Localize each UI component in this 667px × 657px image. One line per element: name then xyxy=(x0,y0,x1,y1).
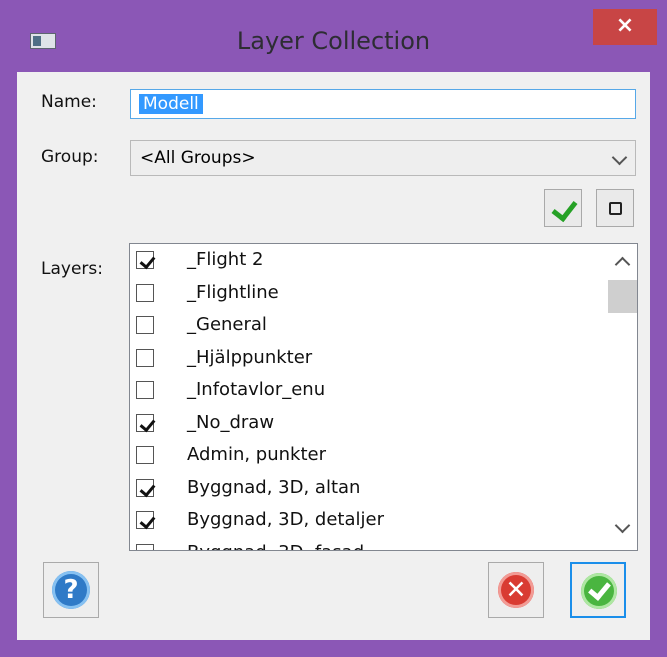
dialog-content: Name: Modell Group: <All Groups> Layers:… xyxy=(17,72,650,640)
layer-collection-window: Layer Collection × Name: Modell Group: <… xyxy=(0,0,667,657)
check-icon xyxy=(139,480,156,497)
close-button[interactable]: × xyxy=(593,9,657,45)
scroll-down-icon[interactable] xyxy=(614,517,631,534)
layer-label: Admin, punkter xyxy=(187,444,327,465)
layer-label: _No_draw xyxy=(187,411,275,433)
layer-row[interactable]: _Hjälppunkter xyxy=(130,342,598,373)
check-icon xyxy=(139,545,156,550)
layer-row[interactable]: Byggnad, 3D, altan xyxy=(130,472,598,503)
name-field-value: Modell xyxy=(139,94,203,114)
layer-row[interactable]: _Infotavlor_enu xyxy=(130,374,598,405)
help-icon: ? xyxy=(52,571,90,609)
name-label: Name: xyxy=(41,92,97,112)
uncheck-all-button[interactable] xyxy=(596,189,634,227)
layer-label: Byggnad, 3D, detaljer xyxy=(187,509,384,530)
layer-label: _Flight 2 xyxy=(187,249,264,270)
scroll-up-icon[interactable] xyxy=(614,256,631,273)
group-dropdown[interactable]: <All Groups> xyxy=(130,140,636,176)
layer-checkbox[interactable] xyxy=(136,283,154,302)
layer-checkbox[interactable] xyxy=(136,316,154,334)
layer-row[interactable]: _General xyxy=(130,309,598,340)
ok-button[interactable] xyxy=(570,562,626,618)
layer-row[interactable]: Admin, punkter xyxy=(130,439,598,470)
check-icon xyxy=(139,252,156,270)
cancel-button[interactable]: ✕ xyxy=(488,562,544,618)
group-dropdown-value: <All Groups> xyxy=(140,148,256,168)
name-field[interactable]: Modell xyxy=(130,89,636,119)
layer-label: _Flightline xyxy=(187,281,279,303)
layer-checkbox[interactable] xyxy=(136,511,156,530)
check-icon xyxy=(139,512,156,530)
layer-row[interactable]: _Flightline xyxy=(130,277,598,308)
check-icon xyxy=(139,415,156,432)
layer-label: _Hjälppunkter xyxy=(187,346,313,368)
ok-icon xyxy=(581,573,617,609)
check-all-button[interactable] xyxy=(544,189,582,227)
group-label: Group: xyxy=(41,147,99,167)
layer-label: Byggnad, 3D, fasad xyxy=(187,542,364,551)
layer-checkbox[interactable] xyxy=(136,251,156,270)
layer-checkbox[interactable] xyxy=(136,478,156,497)
layer-label: _General xyxy=(187,314,267,335)
layer-checkbox[interactable] xyxy=(136,381,154,399)
layer-row[interactable]: _Flight 2 xyxy=(130,244,598,275)
uncheck-all-icon xyxy=(609,202,622,215)
layers-label: Layers: xyxy=(41,259,103,279)
layer-row[interactable]: Byggnad, 3D, detaljer xyxy=(130,504,598,535)
layer-row[interactable]: Byggnad, 3D, fasad xyxy=(130,537,598,551)
scrollbar-thumb[interactable] xyxy=(608,280,637,313)
layer-label: Byggnad, 3D, altan xyxy=(187,476,361,498)
cancel-icon: ✕ xyxy=(498,572,534,608)
layer-checkbox[interactable] xyxy=(136,446,154,464)
layer-checkbox[interactable] xyxy=(136,413,156,432)
layer-checkbox[interactable] xyxy=(136,348,154,367)
check-all-icon xyxy=(551,194,578,223)
chevron-down-icon xyxy=(611,149,628,166)
layers-scrollbar[interactable] xyxy=(606,244,637,550)
layer-checkbox[interactable] xyxy=(136,543,156,550)
layer-row[interactable]: _No_draw xyxy=(130,407,598,438)
layer-label: _Infotavlor_enu xyxy=(187,379,326,400)
layers-list[interactable]: _Flight 2 _Flightline _General _Hjälppunkte… xyxy=(129,243,638,551)
help-button[interactable]: ? xyxy=(43,562,99,618)
window-title: Layer Collection xyxy=(236,27,431,55)
